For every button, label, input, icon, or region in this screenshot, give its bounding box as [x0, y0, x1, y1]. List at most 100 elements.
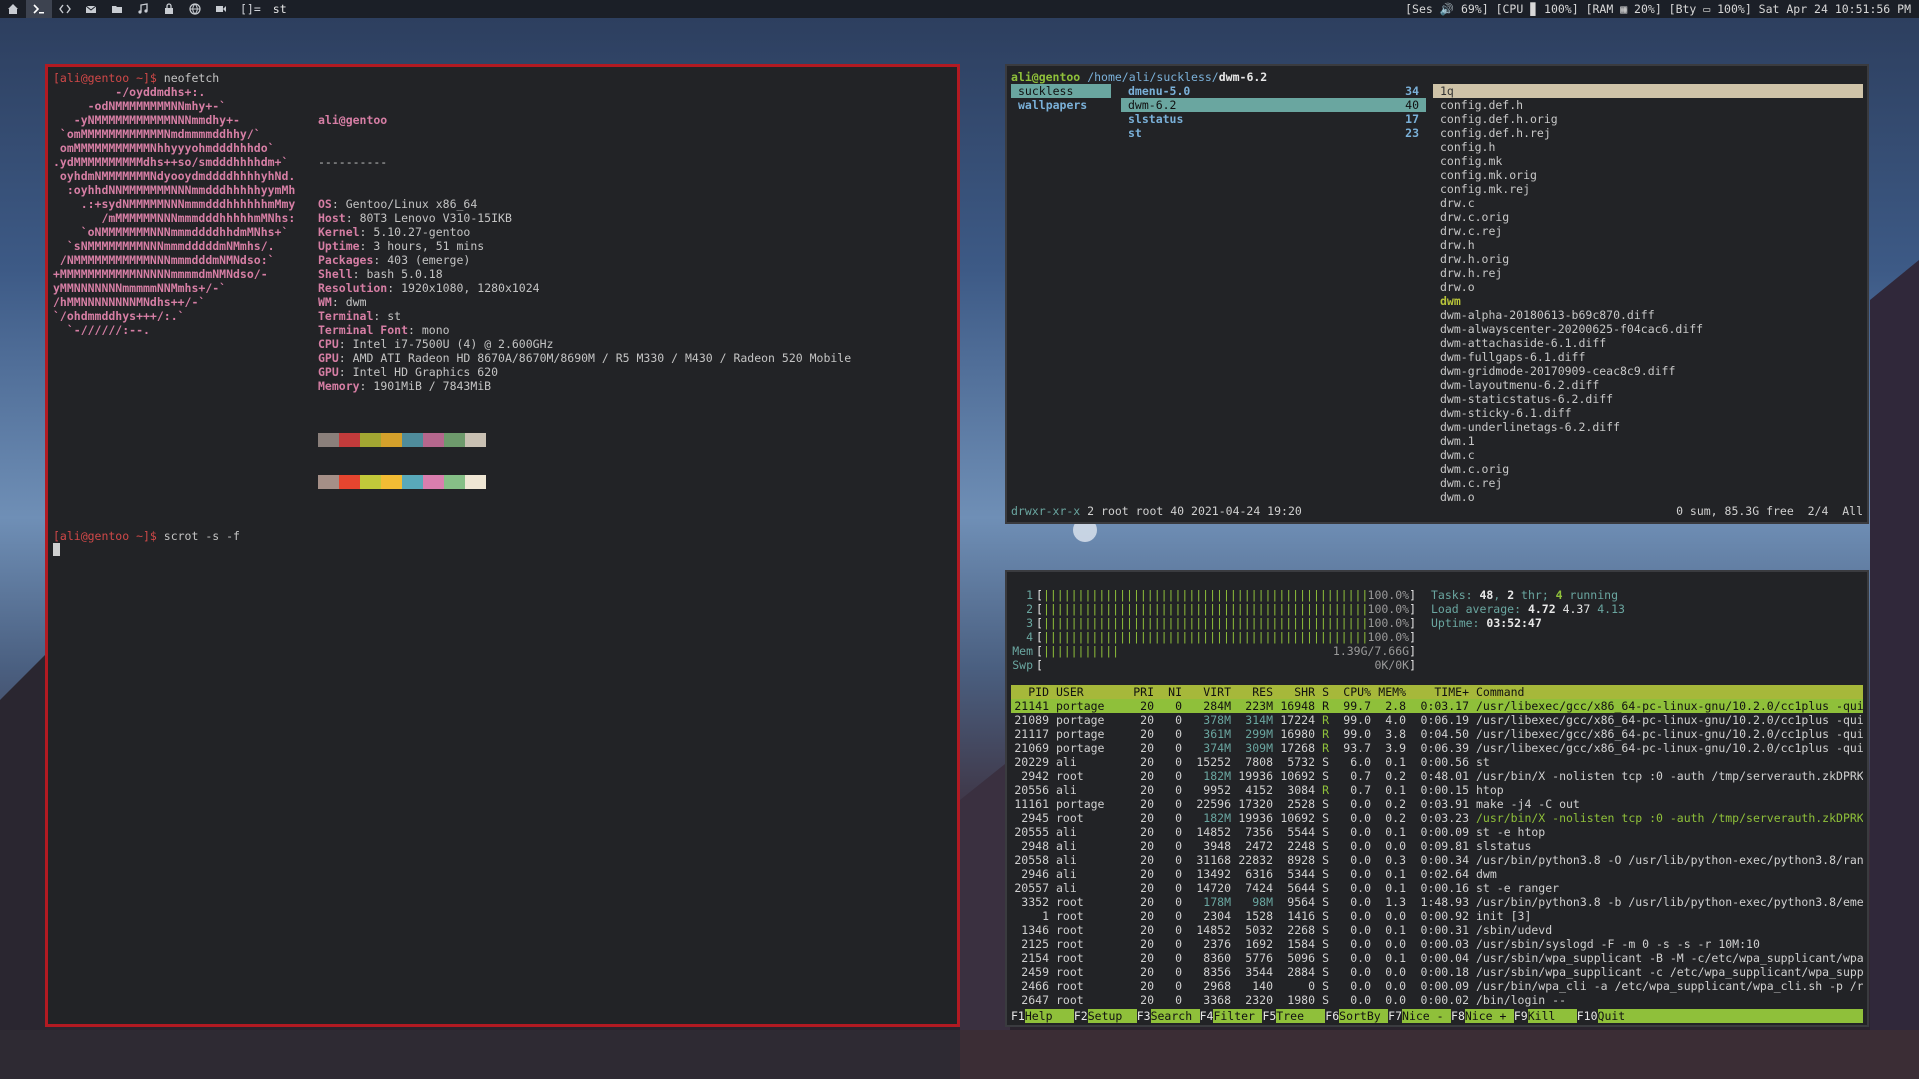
fkey-kill[interactable]: F9 Kill	[1513, 1009, 1577, 1023]
ranger-file-item[interactable]: dwm.o	[1433, 490, 1863, 504]
ranger-file-item[interactable]: dwm	[1433, 294, 1863, 308]
ranger-file-item[interactable]: config.def.h.orig	[1433, 112, 1863, 126]
tag-terminal[interactable]	[26, 0, 52, 18]
process-row[interactable]: 2942 root 20 0 182M 19936 10692 S 0.7 0.2 0:48.01 /…	[1011, 769, 1863, 783]
ranger-file-item[interactable]: drw.c.rej	[1433, 224, 1863, 238]
fkey-sortby[interactable]: F6 SortBy	[1325, 1009, 1388, 1023]
process-row[interactable]: 2125 root 20 0 2376 1692 1584 S 0.0 0.0 0:00.03/us…	[1011, 937, 1863, 951]
ranger-file-item[interactable]: config.mk.orig	[1433, 168, 1863, 182]
ranger-file-item[interactable]: drw.c.orig	[1433, 210, 1863, 224]
ranger-dir-item[interactable]: dwm-6.2 40	[1121, 98, 1426, 112]
htop-window[interactable]: 1[||||||||||||||||||||||||||||||||||||||…	[1005, 570, 1869, 1027]
process-row[interactable]: 20557 ali 20 0 14720 7424 5644 S 0.0 0.1 0:00.16 st…	[1011, 881, 1863, 895]
process-cell: 0.1	[1385, 825, 1406, 839]
ranger-file-item[interactable]: drw.h	[1433, 238, 1863, 252]
ranger-file-item[interactable]: drw.h.orig	[1433, 252, 1863, 266]
column-header[interactable]: PID	[1011, 685, 1049, 699]
process-row[interactable]: 2945 root 20 0 182M 19936 10692 S 0.0 0.2 0:03.23 /…	[1011, 811, 1863, 825]
layout-indicator[interactable]: []=	[234, 2, 267, 16]
ranger-file-item[interactable]: config.h	[1433, 140, 1863, 154]
ranger-file-item[interactable]: dwm.c.rej	[1433, 476, 1863, 490]
fkey-nice[interactable]: F7 Nice -	[1388, 1009, 1451, 1023]
ranger-file-item[interactable]: dwm-underlinetags-6.2.diff	[1433, 420, 1863, 434]
process-cell: 20229	[1014, 755, 1049, 769]
process-row[interactable]: 2647 root 20 0 3368 2320 1980 S 0.0 0.0 0:00.02/bi…	[1011, 993, 1863, 1007]
fkey-search[interactable]: F3 Search	[1136, 1009, 1200, 1023]
tag-code[interactable]	[52, 0, 78, 18]
process-row[interactable]: 2948 ali 20 0 3948 2472 2248 S 0.0 0.0 0:09.81 slst…	[1011, 839, 1863, 853]
fkey-quit[interactable]: F10 Quit	[1576, 1009, 1647, 1023]
process-row[interactable]: 3352 root 20 0 178M 98M 9564 S 0.0 1.3 1:48.93/usr…	[1011, 895, 1863, 909]
terminal-window[interactable]: [ali@gentoo ~]$ neofetch -/oyddmdhs+:. -…	[45, 64, 960, 1027]
process-row[interactable]: 20229 ali 20 0 15252 7808 5732 S 6.0 0.1 0:00.56 st	[1011, 755, 1863, 769]
tag-home[interactable]	[0, 0, 26, 18]
process-row[interactable]: 21141 portage 20 0 284M 223M 16948 R 99.7 2.8 0:03…	[1011, 699, 1863, 713]
fkey-tree[interactable]: F5 Tree	[1262, 1009, 1325, 1023]
tag-folder[interactable]	[104, 0, 130, 18]
process-row[interactable]: 21089 portage 20 0 378M 314M 17224 R 99.0 4.0 0:06…	[1011, 713, 1863, 727]
ranger-parent-item[interactable]: wallpapers	[1011, 98, 1111, 112]
ranger-dir-item[interactable]: slstatus 17	[1121, 112, 1426, 126]
process-row[interactable]: 20558 ali 20 0 31168 22832 8928 S 0.0 0.3 0:00.34 /…	[1011, 853, 1863, 867]
ranger-file-item[interactable]: dwm-sticky-6.1.diff	[1433, 406, 1863, 420]
process-row[interactable]: 2459 root 20 0 8356 3544 2884 S 0.0 0.0 0:00.18/us…	[1011, 965, 1863, 979]
ranger-file-item[interactable]: drw.h.rej	[1433, 266, 1863, 280]
ranger-file-item[interactable]: dwm-fullgaps-6.1.diff	[1433, 350, 1863, 364]
ranger-file-item[interactable]: dwm-gridmode-20170909-ceac8c9.diff	[1433, 364, 1863, 378]
column-header[interactable]: TIME+	[1406, 685, 1469, 699]
ranger-parent-item[interactable]: suckless	[1011, 84, 1111, 98]
column-header[interactable]: S	[1315, 685, 1329, 699]
column-header[interactable]: NI	[1154, 685, 1182, 699]
ranger-file-item[interactable]: config.mk.rej	[1433, 182, 1863, 196]
process-row[interactable]: 11161 portage 20 0 22596 17320 2528 S 0.0 0.2 0:03…	[1011, 797, 1863, 811]
ranger-file-item[interactable]: dwm-layoutmenu-6.2.diff	[1433, 378, 1863, 392]
column-header[interactable]: MEM%	[1371, 685, 1406, 699]
tag-lock[interactable]	[156, 0, 182, 18]
process-row[interactable]: 20555 ali 20 0 14852 7356 5544 S 0.0 0.1 0:00.09 st…	[1011, 825, 1863, 839]
process-row[interactable]: 21117 portage 20 0 361M 299M 16980 R 99.0 3.8 0:04…	[1011, 727, 1863, 741]
process-row[interactable]: 1 root 20 0 2304 1528 1416 S 0.0 0.0 0:00.92 init […	[1011, 909, 1863, 923]
column-header[interactable]: Command	[1469, 685, 1863, 699]
tag-video[interactable]	[208, 0, 234, 18]
column-header[interactable]: CPU%	[1329, 685, 1371, 699]
ranger-window[interactable]: ali@gentoo /home/ali/suckless/dwm-6.2 su…	[1005, 64, 1869, 524]
process-row[interactable]: 1346 root 20 0 14852 5032 2268 S 0.0 0.1 0:00.31/s…	[1011, 923, 1863, 937]
ranger-file-item[interactable]: dwm.c.orig	[1433, 462, 1863, 476]
ranger-dir-item[interactable]: dmenu-5.0 34	[1121, 84, 1426, 98]
ranger-dir-item[interactable]: st 23	[1121, 126, 1426, 140]
column-header[interactable]: PRI	[1126, 685, 1154, 699]
ranger-file-item[interactable]: dwm-alwayscenter-20200625-f04cac6.diff	[1433, 322, 1863, 336]
ranger-file-item[interactable]: dwm-staticstatus-6.2.diff	[1433, 392, 1863, 406]
cpu-meter: 2[||||||||||||||||||||||||||||||||||||||…	[1011, 602, 1416, 616]
ranger-file-item[interactable]: dwm-alpha-20180613-b69c870.diff	[1433, 308, 1863, 322]
column-header[interactable]: USER	[1049, 685, 1126, 699]
ranger-file-item[interactable]: 1q	[1433, 84, 1863, 98]
ranger-file-item[interactable]: config.def.h	[1433, 98, 1863, 112]
fkey-filter[interactable]: F4 Filter	[1199, 1009, 1263, 1023]
column-header[interactable]: VIRT	[1182, 685, 1231, 699]
ranger-file-item[interactable]: dwm-attachaside-6.1.diff	[1433, 336, 1863, 350]
process-row[interactable]: 20556 ali 20 0 9952 4152 3084 R 0.7 0.1 0:00.15 hto…	[1011, 783, 1863, 797]
process-cell: 0.2	[1385, 769, 1406, 783]
process-row[interactable]: 21069 portage 20 0 374M 309M 17268 R 93.7 3.9 0:06…	[1011, 741, 1863, 755]
ranger-file-item[interactable]: drw.o	[1433, 280, 1863, 294]
process-row[interactable]: 2466 root 20 0 2968 140 0 S 0.0 0.0 0:00.09/usr/bi…	[1011, 979, 1863, 993]
column-header[interactable]: SHR	[1273, 685, 1315, 699]
process-cell: 99.0	[1343, 727, 1371, 741]
fkey-help[interactable]: F1 Help	[1011, 1009, 1074, 1023]
fkey-nice[interactable]: F8 Nice +	[1451, 1009, 1514, 1023]
fkey-setup[interactable]: F2 Setup	[1073, 1009, 1137, 1023]
column-header[interactable]: RES	[1231, 685, 1273, 699]
process-row[interactable]: 2946 ali 20 0 13492 6316 5344 S 0.0 0.1 0:02.64 dwm	[1011, 867, 1863, 881]
info-colon: :	[345, 211, 360, 225]
ranger-file-item[interactable]: dwm.1	[1433, 434, 1863, 448]
ranger-file-item[interactable]: dwm.c	[1433, 448, 1863, 462]
tag-mail[interactable]	[78, 0, 104, 18]
ranger-file-item[interactable]: drw.c	[1433, 196, 1863, 210]
ranger-file-item[interactable]: config.def.h.rej	[1433, 126, 1863, 140]
process-row[interactable]: 2154 root 20 0 8360 5776 5096 S 0.0 0.1 0:00.04/us…	[1011, 951, 1863, 965]
ranger-file-item[interactable]: config.mk	[1433, 154, 1863, 168]
tag-music[interactable]	[130, 0, 156, 18]
tag-globe[interactable]	[182, 0, 208, 18]
process-table-header[interactable]: PID USER PRI NI VIRT RES SHR S CPU% MEM% TIME+ Comm…	[1011, 685, 1863, 699]
